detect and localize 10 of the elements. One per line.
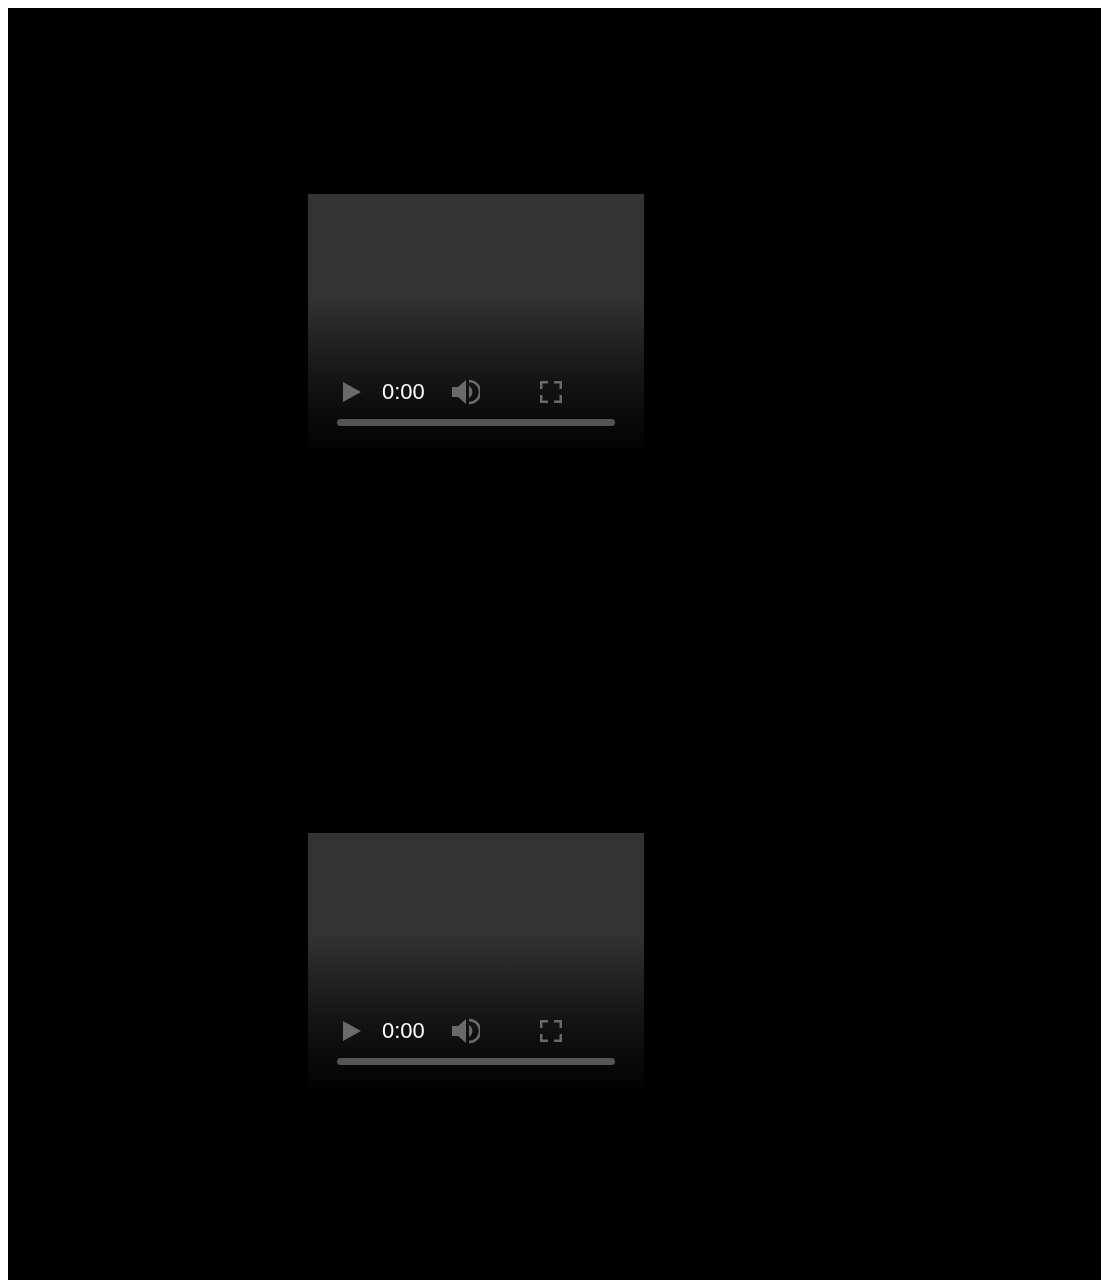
progress-track[interactable] bbox=[337, 1058, 615, 1065]
fullscreen-button[interactable] bbox=[539, 1020, 562, 1042]
progress-track[interactable] bbox=[337, 419, 615, 426]
play-button[interactable] bbox=[343, 1021, 361, 1041]
time-display: 0:00 bbox=[382, 1018, 425, 1044]
time-display: 0:00 bbox=[382, 379, 425, 405]
fullscreen-button[interactable] bbox=[539, 381, 562, 403]
volume-button[interactable] bbox=[451, 1018, 480, 1044]
play-button[interactable] bbox=[343, 382, 361, 402]
volume-button[interactable] bbox=[451, 379, 480, 405]
